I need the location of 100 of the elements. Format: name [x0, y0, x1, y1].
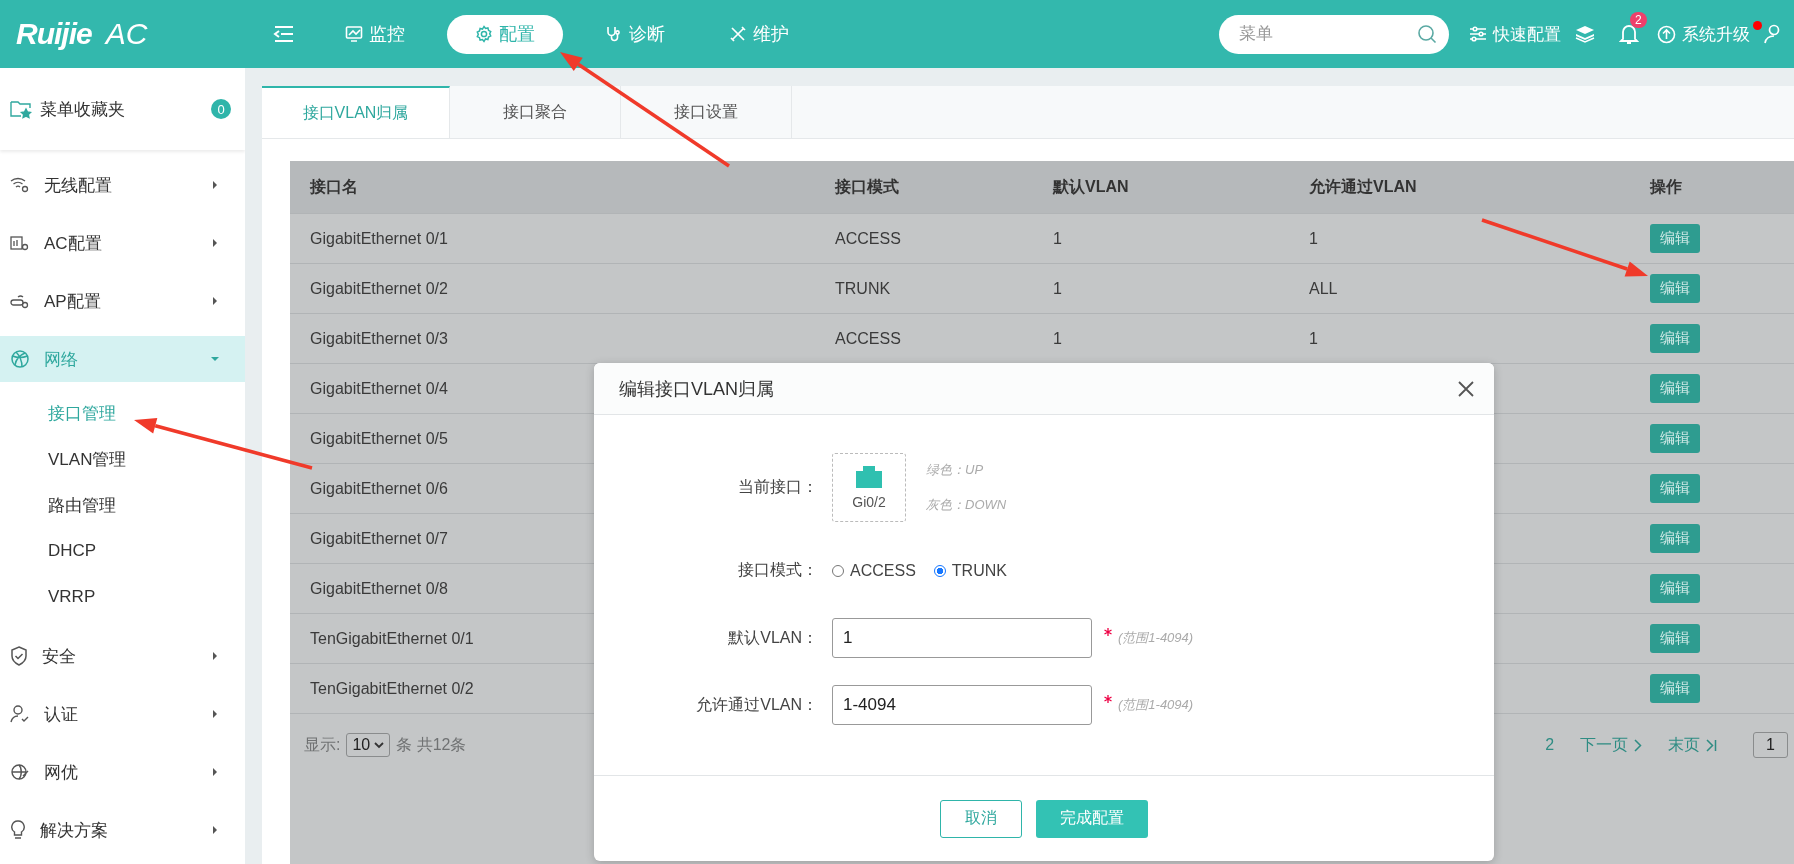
field-label: 允许通过VLAN： [695, 694, 819, 715]
caret-icon [211, 652, 219, 660]
caret-icon [374, 741, 385, 749]
page-size-label: 显示: [304, 734, 341, 755]
lightbulb-icon [10, 820, 26, 840]
edit-button[interactable]: 编辑 [1650, 624, 1700, 653]
cancel-button[interactable]: 取消 [940, 799, 1022, 838]
tab[interactable]: 接口聚合 [450, 86, 621, 138]
submenu-item[interactable]: VLAN管理 [0, 436, 245, 482]
device-gear-icon [10, 234, 30, 252]
page-size-select[interactable]: 10 [346, 733, 391, 757]
table-cell: TenGigabitEthernet 0/1 [310, 629, 474, 647]
submenu-item[interactable]: 路由管理 [0, 482, 245, 528]
sidebar-item[interactable]: 解决方案 [0, 801, 245, 859]
next-page-link[interactable]: 下一页 [1580, 734, 1643, 756]
table-cell: GigabitEthernet 0/6 [310, 479, 448, 497]
menu-collapse-icon[interactable] [273, 25, 295, 43]
submenu-item[interactable]: VRRP [0, 574, 245, 620]
column-header: 默认VLAN [1033, 161, 1289, 214]
edit-button[interactable]: 编辑 [1650, 374, 1700, 403]
submenu-item[interactable]: 接口管理 [0, 390, 245, 436]
sliders-icon [1469, 26, 1487, 42]
caret-icon [211, 181, 219, 189]
page-input[interactable]: 1 [1753, 732, 1788, 758]
nav-tab[interactable]: 配置 [447, 14, 563, 54]
bell-icon[interactable] [1619, 23, 1639, 45]
edit-button[interactable]: 编辑 [1650, 474, 1700, 503]
column-header: 接口模式 [815, 161, 1033, 214]
edit-button[interactable]: 编辑 [1650, 424, 1700, 453]
field-label: 接口模式： [737, 560, 819, 580]
range-hint: (范围1-4094) [1118, 629, 1194, 647]
shield-icon [10, 646, 28, 666]
caret-icon [211, 355, 219, 363]
last-page-icon [1706, 738, 1718, 752]
sidebar-item[interactable]: AC配置 [0, 214, 245, 272]
stethoscope-icon [605, 25, 623, 43]
table-cell: 1 [1309, 329, 1318, 347]
field-label: 当前接口： [737, 477, 819, 497]
sidebar-item[interactable]: 网优 [0, 743, 245, 801]
chevron-right-icon [1634, 738, 1643, 752]
submenu-item[interactable]: DHCP [0, 528, 245, 574]
edit-button[interactable]: 编辑 [1650, 224, 1700, 253]
legend-text: 绿色：UP [926, 461, 985, 479]
notification-count: 2 [1630, 12, 1647, 28]
column-header: 允许通过VLAN [1289, 161, 1630, 214]
table-cell: 1 [1053, 329, 1062, 347]
radio-option[interactable]: ACCESS [832, 561, 916, 580]
port-name: Gi0/2 [852, 493, 886, 510]
input-field[interactable]: 1 [832, 618, 1092, 658]
tab[interactable]: 接口设置 [621, 86, 792, 138]
edit-button[interactable]: 编辑 [1650, 574, 1700, 603]
favorites-label[interactable]: 菜单收藏夹 [40, 97, 203, 121]
caret-icon [211, 710, 219, 718]
settings-icon [475, 25, 493, 43]
edit-button[interactable]: 编辑 [1650, 324, 1700, 353]
field-label: 默认VLAN： [727, 627, 819, 648]
sidebar-item[interactable]: 网络 [0, 336, 245, 382]
table-cell: 1 [1309, 229, 1318, 247]
folder-star-icon [10, 99, 32, 119]
sidebar-item[interactable]: 认证 [0, 685, 245, 743]
edit-button[interactable]: 编辑 [1650, 674, 1700, 703]
table-cell: TenGigabitEthernet 0/2 [310, 679, 474, 697]
layers-icon[interactable] [1575, 25, 1595, 43]
last-page-link[interactable]: 末页 [1668, 734, 1718, 756]
close-icon[interactable] [1458, 380, 1474, 397]
table-cell: GigabitEthernet 0/7 [310, 529, 448, 547]
edit-button[interactable]: 编辑 [1650, 274, 1700, 303]
nav-tab[interactable]: 维护 [707, 14, 811, 54]
sidebar-item[interactable]: 无线配置 [0, 156, 245, 214]
globe-rocket-icon [10, 762, 30, 782]
confirm-button[interactable]: 完成配置 [1036, 799, 1148, 838]
legend-text: 灰色：DOWN [926, 496, 1007, 514]
quick-config-link[interactable]: 快速配置 [1469, 22, 1561, 46]
router-gear-icon [10, 292, 30, 310]
input-field[interactable]: 1-4094 [832, 685, 1092, 725]
nav-tab[interactable]: 诊断 [583, 14, 687, 54]
table-cell: GigabitEthernet 0/4 [310, 379, 448, 397]
tools-icon [729, 25, 747, 43]
monitor-icon [345, 25, 363, 43]
nav-tab[interactable]: 监控 [323, 14, 427, 54]
range-hint: (范围1-4094) [1118, 696, 1194, 714]
table-cell: GigabitEthernet 0/3 [310, 329, 448, 347]
user-icon[interactable] [1764, 24, 1780, 44]
table-cell: ALL [1309, 279, 1338, 297]
caret-icon [211, 768, 219, 776]
radio-option[interactable]: TRUNK [933, 561, 1007, 580]
user-check-icon [10, 704, 30, 724]
page-link[interactable]: 2 [1545, 736, 1555, 754]
sidebar-item[interactable]: AP配置 [0, 272, 245, 330]
dialog-title: 编辑接口VLAN归属 [619, 377, 775, 401]
edit-button[interactable]: 编辑 [1650, 524, 1700, 553]
column-header: 操作 [1630, 161, 1794, 214]
favorites-count: 0 [211, 99, 231, 119]
tab[interactable]: 接口VLAN归属 [262, 86, 450, 138]
caret-icon [211, 826, 219, 834]
table-cell: GigabitEthernet 0/5 [310, 429, 448, 447]
table-cell: ACCESS [835, 229, 901, 247]
sidebar-item[interactable]: 安全 [0, 627, 245, 685]
system-upgrade-link[interactable]: 系统升级 [1657, 22, 1750, 46]
search-box[interactable]: 菜单 [1219, 14, 1449, 54]
